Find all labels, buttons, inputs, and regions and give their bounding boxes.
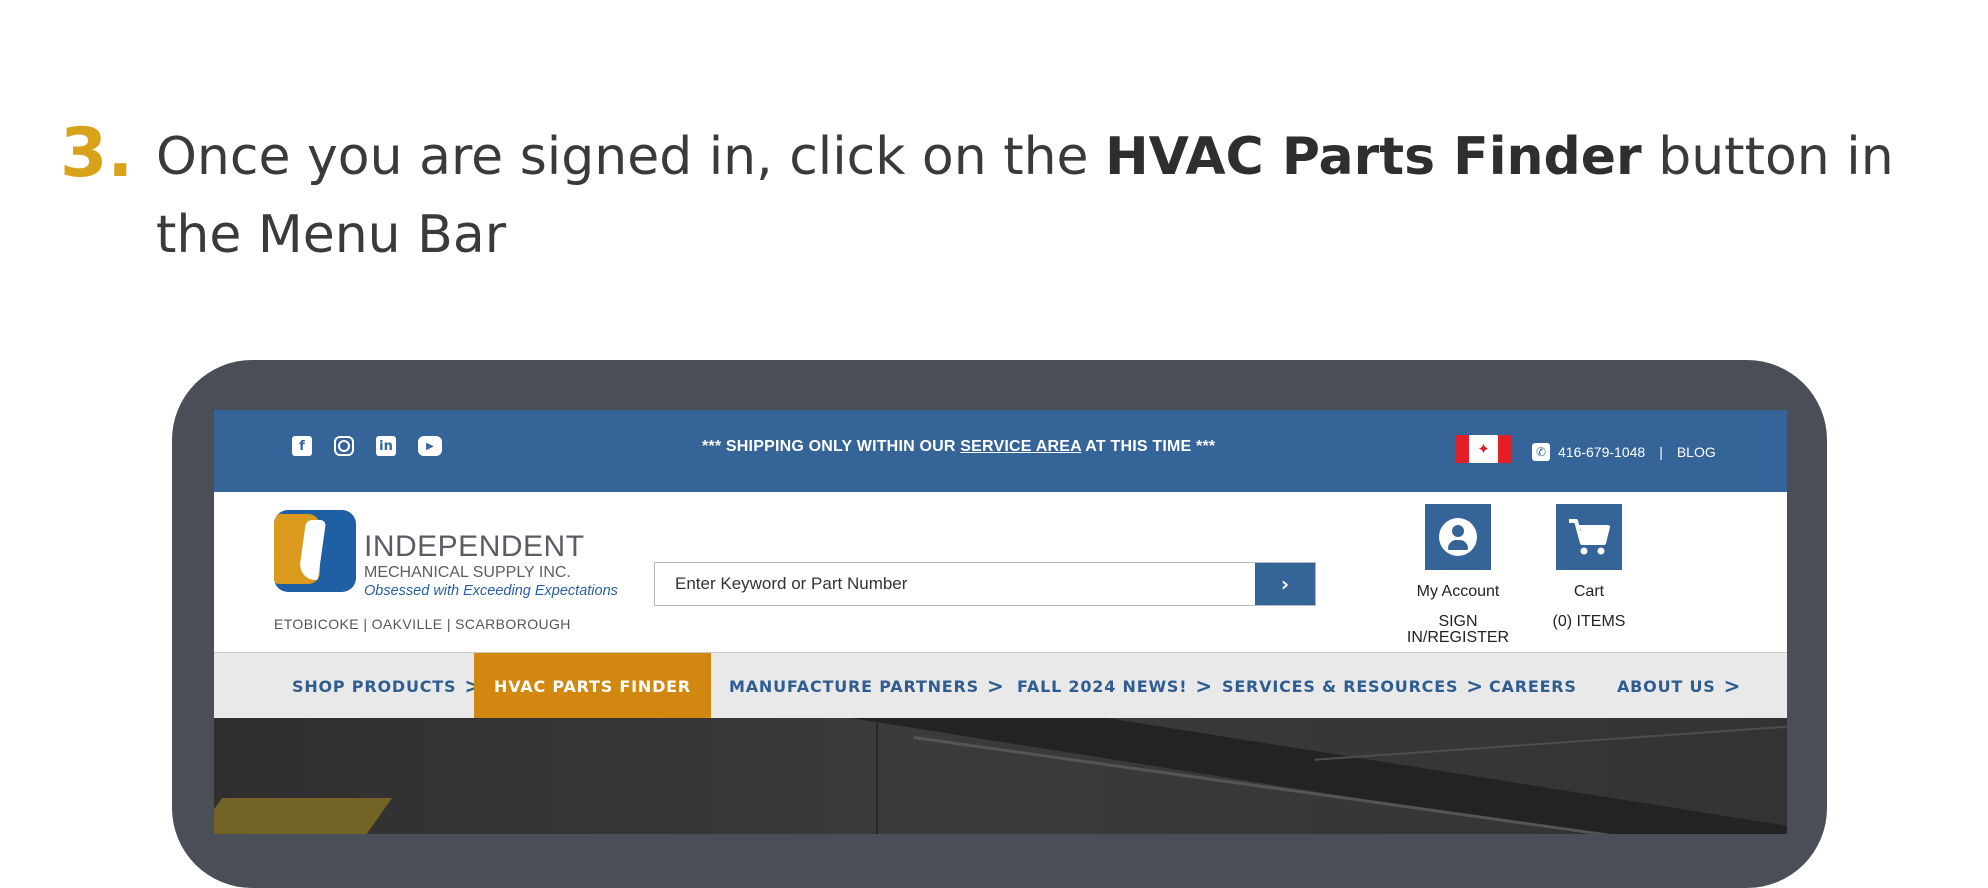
social-links: f in ▶	[292, 436, 442, 456]
chevron-right-icon: >	[986, 674, 1005, 698]
contact-links: ✆ 416-679-1048 | BLOG	[1532, 443, 1716, 461]
nav-label: CAREERS	[1489, 676, 1577, 696]
nav-fall-news[interactable]: FALL 2024 NEWS! >	[1017, 653, 1213, 719]
my-account[interactable]: My Account SIGN IN/REGISTER	[1390, 504, 1526, 646]
youtube-icon[interactable]: ▶	[418, 436, 442, 456]
chevron-right-icon: >	[1195, 674, 1213, 698]
logo-locations: ETOBICOKE | OAKVILLE | SCARBOROUGH	[274, 616, 571, 632]
nav-shop-products[interactable]: SHOP PRODUCTS>	[292, 653, 482, 719]
logo-name[interactable]: INDEPENDENT	[364, 532, 585, 562]
top-bar: f in ▶ *** SHIPPING ONLY WITHIN OUR SERV…	[214, 410, 1787, 492]
shipping-suffix: AT THIS TIME ***	[1081, 438, 1216, 455]
nav-careers[interactable]: CAREERS	[1489, 653, 1577, 719]
nav-label: MANUFACTURE PARTNERS	[729, 676, 979, 696]
nav-about-us[interactable]: ABOUT US >	[1617, 653, 1741, 719]
instagram-icon[interactable]	[334, 436, 354, 456]
chevron-right-icon: >	[1723, 674, 1742, 698]
search-input[interactable]	[655, 563, 1255, 605]
logo-subtitle: MECHANICAL SUPPLY INC.	[364, 564, 571, 581]
account-icon[interactable]	[1425, 504, 1491, 570]
nav-label: HVAC PARTS FINDER	[494, 676, 692, 696]
step-text: Once you are signed in, click on the HVA…	[156, 118, 1966, 274]
phone-number[interactable]: 416-679-1048	[1558, 444, 1645, 460]
separator: |	[1659, 444, 1663, 460]
linkedin-icon[interactable]: in	[376, 436, 396, 456]
step-number: 3.	[60, 114, 134, 193]
cart-count[interactable]: (0) ITEMS	[1544, 614, 1634, 630]
site-header: INDEPENDENT MECHANICAL SUPPLY INC. Obses…	[214, 492, 1787, 652]
nav-hvac-parts-finder[interactable]: HVAC PARTS FINDER	[474, 653, 712, 719]
nav-manufacture-partners[interactable]: MANUFACTURE PARTNERS >	[729, 653, 1005, 719]
step-text-bold: HVAC Parts Finder	[1105, 127, 1642, 187]
canada-flag-icon[interactable]: ✦	[1455, 435, 1512, 463]
search-button[interactable]: ›	[1255, 563, 1315, 605]
service-area-link[interactable]: SERVICE AREA	[960, 438, 1081, 455]
search-bar: ›	[654, 562, 1316, 606]
chevron-right-icon: >	[1466, 674, 1484, 698]
hero-image	[214, 718, 1787, 834]
main-nav: SHOP PRODUCTS> HVAC PARTS FINDER MANUFAC…	[214, 652, 1787, 719]
shipping-notice: *** SHIPPING ONLY WITHIN OUR SERVICE ARE…	[702, 438, 1215, 456]
nav-label: SHOP PRODUCTS	[292, 676, 457, 696]
phone-icon: ✆	[1532, 443, 1550, 461]
blog-link[interactable]: BLOG	[1677, 444, 1716, 460]
nav-services-resources[interactable]: SERVICES & RESOURCES >	[1222, 653, 1484, 719]
sign-in-link[interactable]: SIGN IN/REGISTER	[1390, 614, 1526, 646]
shipping-prefix: *** SHIPPING ONLY WITHIN OUR	[702, 438, 961, 455]
step-text-before: Once you are signed in, click on the	[156, 127, 1106, 187]
nav-label: FALL 2024 NEWS!	[1017, 676, 1188, 696]
cart[interactable]: Cart (0) ITEMS	[1544, 504, 1634, 630]
nav-label: SERVICES & RESOURCES	[1222, 676, 1459, 696]
chevron-right-icon: ›	[1280, 572, 1290, 596]
logo-icon[interactable]	[274, 510, 356, 592]
facebook-icon[interactable]: f	[292, 436, 312, 456]
website-screenshot: f in ▶ *** SHIPPING ONLY WITHIN OUR SERV…	[214, 410, 1787, 834]
logo-tagline: Obsessed with Exceeding Expectations	[364, 583, 618, 599]
cart-icon[interactable]	[1556, 504, 1622, 570]
nav-label: ABOUT US	[1617, 676, 1716, 696]
account-label[interactable]: My Account	[1390, 584, 1526, 600]
cart-label[interactable]: Cart	[1544, 584, 1634, 600]
